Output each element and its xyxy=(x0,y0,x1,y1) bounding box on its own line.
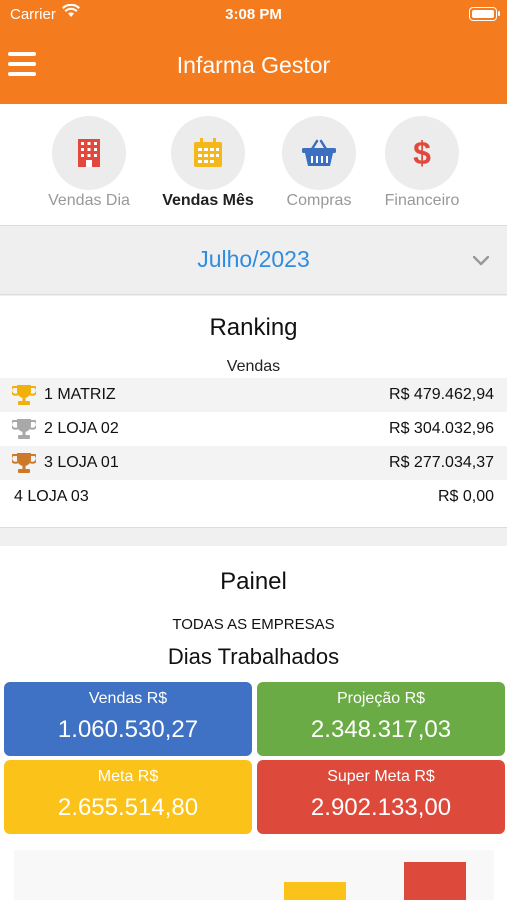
tab-financeiro[interactable]: $ Financeiro xyxy=(367,116,477,210)
ranking-row[interactable]: 2 LOJA 02 R$ 304.032,96 xyxy=(0,412,507,446)
period-value: Julho/2023 xyxy=(197,246,310,272)
card-value: 1.060.530,27 xyxy=(57,716,199,743)
basket-icon xyxy=(282,116,356,190)
painel-title: Painel xyxy=(220,568,287,595)
app-title: Infarma Gestor xyxy=(176,52,331,78)
ranking-subtitle: Vendas xyxy=(226,358,281,375)
building-icon xyxy=(52,116,126,190)
store-name: 1 MATRIZ xyxy=(44,386,116,403)
tab-label: Vendas Mês xyxy=(162,192,254,209)
ranking-row[interactable]: 3 LOJA 01 R$ 277.034,37 xyxy=(0,446,507,480)
card-label: Meta R$ xyxy=(97,768,159,785)
tab-vendas-dia[interactable]: Vendas Dia xyxy=(34,116,144,210)
card-value: 2.348.317,03 xyxy=(310,716,452,743)
meta-bar xyxy=(284,882,346,900)
tab-label: Financeiro xyxy=(384,192,460,209)
tab-vendas-mes[interactable]: Vendas Mês xyxy=(153,116,263,210)
tab-label: Vendas Dia xyxy=(48,192,130,209)
store-name: 3 LOJA 01 xyxy=(44,454,119,471)
projecao-card[interactable]: Projeção R$ 2.348.317,03 xyxy=(257,682,505,756)
ranking-title: Ranking xyxy=(209,314,298,341)
card-value: 2.655.514,80 xyxy=(57,794,199,821)
store-amount: R$ 277.034,37 xyxy=(389,454,494,471)
store-name: 2 LOJA 02 xyxy=(44,420,119,437)
dollar-icon: $ xyxy=(385,116,459,190)
battery-icon xyxy=(469,7,500,21)
painel-section: Painel TODAS AS EMPRESAS Dias Trabalhado… xyxy=(0,546,507,900)
gold-trophy-icon xyxy=(10,384,38,411)
ranking-row[interactable]: 4 LOJA 03 R$ 0,00 xyxy=(0,480,507,514)
store-amount: R$ 0,00 xyxy=(437,488,494,505)
ranking-section: Ranking Vendas 1 MATRIZ R$ 479.462,94 2 … xyxy=(0,296,507,528)
chevron-down-icon xyxy=(472,253,490,271)
card-label: Super Meta R$ xyxy=(327,768,435,785)
bronze-trophy-icon xyxy=(10,452,38,479)
painel-chart xyxy=(14,850,494,900)
card-label: Vendas R$ xyxy=(88,690,168,707)
store-name: 4 LOJA 03 xyxy=(14,488,89,505)
store-amount: R$ 479.462,94 xyxy=(389,386,494,403)
status-bar: Carrier 3:08 PM xyxy=(0,0,507,28)
super-meta-bar xyxy=(404,862,466,900)
navigation-bar: Infarma Gestor xyxy=(0,28,507,104)
card-label: Projeção R$ xyxy=(336,690,426,707)
worked-days-label: Dias Trabalhados xyxy=(167,644,340,669)
card-value: 2.902.133,00 xyxy=(310,794,452,821)
category-tabs: Vendas Dia Vendas Mês Compras $ Financei… xyxy=(0,104,507,226)
vendas-card[interactable]: Vendas R$ 1.060.530,27 xyxy=(4,682,252,756)
silver-trophy-icon xyxy=(10,418,38,445)
calendar-icon xyxy=(171,116,245,190)
tab-label: Compras xyxy=(286,192,352,209)
store-amount: R$ 304.032,96 xyxy=(389,420,494,437)
meta-card[interactable]: Meta R$ 2.655.514,80 xyxy=(4,760,252,834)
company-filter-label: TODAS AS EMPRESAS xyxy=(172,616,335,633)
ranking-row[interactable]: 1 MATRIZ R$ 479.462,94 xyxy=(0,378,507,412)
clock-label: 3:08 PM xyxy=(225,6,282,23)
super-meta-card[interactable]: Super Meta R$ 2.902.133,00 xyxy=(257,760,505,834)
tab-compras[interactable]: Compras xyxy=(264,116,374,210)
period-selector[interactable]: Julho/2023 xyxy=(0,227,507,295)
